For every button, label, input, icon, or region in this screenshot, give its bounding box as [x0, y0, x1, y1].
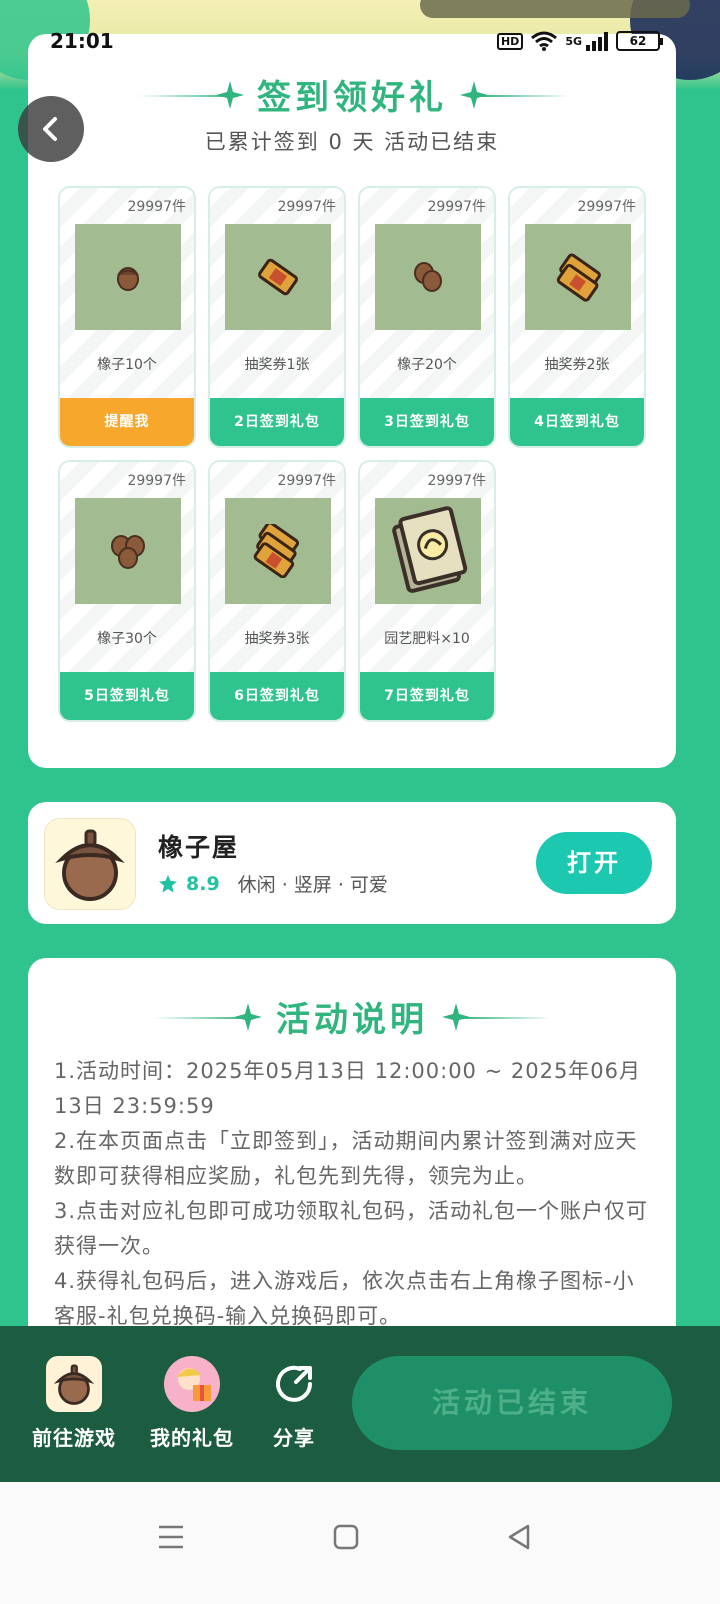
reward-count: 29997件	[577, 199, 636, 215]
share-icon	[266, 1356, 322, 1412]
reward-card-day1[interactable]: 29997件 橡子10个 提醒我	[58, 186, 196, 448]
day4-gift-button[interactable]: 4日签到礼包	[510, 398, 644, 446]
reward-name: 橡子10个	[97, 357, 157, 373]
system-nav-bar	[0, 1482, 720, 1604]
network-type: 5G	[565, 34, 582, 48]
rule-line: 4.获得礼包码后，进入游戏后，依次点击右上角橡子图标-小客服-礼包兑换码-输入兑…	[54, 1269, 635, 1328]
title-divider-right	[462, 1016, 552, 1019]
reward-count: 29997件	[127, 199, 186, 215]
goto-game-label: 前往游戏	[32, 1426, 116, 1450]
wifi-icon	[531, 31, 558, 51]
signin-card: 签到领好礼 已累计签到 0 天 活动已结束 29997件 橡子10个 提醒我 2…	[28, 34, 676, 768]
reward-count: 29997件	[277, 473, 336, 489]
status-icons: HD 5G 62	[496, 31, 663, 51]
rule-line: 1.活动时间：2025年05月13日 12:00:00 ~ 2025年06月13…	[54, 1059, 642, 1118]
reward-count: 29997件	[427, 473, 486, 489]
title-divider-right	[480, 94, 570, 97]
reward-count: 29997件	[127, 473, 186, 489]
battery-level: 62	[629, 34, 647, 48]
ticket-icon	[225, 224, 331, 330]
reward-card-day3[interactable]: 29997件 橡子20个 3日签到礼包	[358, 186, 496, 448]
day6-gift-button[interactable]: 6日签到礼包	[210, 672, 344, 720]
reward-name: 园艺肥料×10	[384, 631, 470, 647]
chevron-left-icon	[43, 117, 57, 141]
goto-game-button[interactable]: 前往游戏	[32, 1356, 116, 1451]
reward-name: 抽奖券2张	[544, 357, 610, 373]
share-button[interactable]: 分享	[266, 1356, 322, 1451]
game-meta: 8.9 休闲 · 竖屏 · 可爱	[158, 870, 388, 897]
game-card: 橡子屋 8.9 休闲 · 竖屏 · 可爱 打开	[28, 802, 676, 924]
acorn-icon	[75, 224, 181, 330]
acorn-icon	[375, 224, 481, 330]
signin-subtitle: 已累计签到 0 天 活动已结束	[204, 130, 500, 154]
game-app-icon[interactable]	[44, 818, 136, 910]
home-icon[interactable]	[333, 1524, 359, 1550]
signin-title: 签到领好礼	[257, 78, 447, 118]
reward-name: 抽奖券3张	[244, 631, 310, 647]
star-icon	[159, 874, 177, 892]
reward-card-day4[interactable]: 29997件 抽奖券2张 4日签到礼包	[508, 186, 646, 448]
remind-me-button[interactable]: 提醒我	[60, 398, 194, 446]
sparkle-icon	[216, 80, 244, 109]
hd-icon: HD	[496, 32, 524, 50]
back-icon[interactable]	[506, 1524, 532, 1550]
reward-count: 29997件	[277, 199, 336, 215]
reward-card-day6[interactable]: 29997件 抽奖券3张 6日签到礼包	[208, 460, 346, 722]
gift-avatar-icon	[164, 1356, 220, 1412]
status-bar: 21:01 HD 5G 62	[0, 26, 720, 56]
my-gifts-button[interactable]: 我的礼包	[150, 1356, 234, 1451]
share-label: 分享	[273, 1426, 315, 1450]
reward-card-day7[interactable]: 29997件 园艺肥料×10 7日签到礼包	[358, 460, 496, 722]
rule-line: 3.点击对应礼包即可成功领取礼包码，活动礼包一个账户仅可获得一次。	[54, 1199, 649, 1258]
acorn-icon	[75, 498, 181, 604]
rules-title-block: 活动说明	[28, 992, 676, 1041]
reward-name: 橡子30个	[97, 631, 157, 647]
activity-ended-button[interactable]: 活动已结束	[352, 1356, 672, 1450]
reward-name: 抽奖券1张	[244, 357, 310, 373]
sparkle-icon	[234, 1002, 262, 1031]
game-tags: 休闲 · 竖屏 · 可爱	[237, 874, 388, 896]
acorn-icon	[55, 829, 125, 901]
reward-name: 橡子20个	[397, 357, 457, 373]
bottom-action-bar: 前往游戏 我的礼包 分享 活动已结束	[0, 1326, 720, 1482]
my-gifts-label: 我的礼包	[150, 1426, 234, 1450]
fertilizer-icon	[375, 498, 481, 604]
rules-title: 活动说明	[276, 1000, 428, 1040]
open-game-button[interactable]: 打开	[536, 832, 652, 894]
ticket-icon	[225, 498, 331, 604]
acorn-icon	[46, 1356, 102, 1412]
activity-time-pill	[420, 0, 690, 18]
ticket-icon	[525, 224, 631, 330]
reward-count: 29997件	[427, 199, 486, 215]
day5-gift-button[interactable]: 5日签到礼包	[60, 672, 194, 720]
game-rating: 8.9	[186, 872, 220, 895]
rule-line: 2.在本页面点击「立即签到」，活动期间内累计签到满对应天数即可获得相应奖励，礼包…	[54, 1129, 638, 1188]
battery-icon: 62	[616, 31, 663, 51]
signal-icon	[586, 31, 608, 51]
status-time: 21:01	[50, 29, 114, 53]
rules-card: 活动说明 1.活动时间：2025年05月13日 12:00:00 ~ 2025年…	[28, 958, 676, 1358]
day2-gift-button[interactable]: 2日签到礼包	[210, 398, 344, 446]
rules-text: 1.活动时间：2025年05月13日 12:00:00 ~ 2025年06月13…	[54, 1054, 654, 1334]
game-name: 橡子屋	[158, 833, 240, 862]
back-button[interactable]	[18, 96, 84, 162]
reward-card-day5[interactable]: 29997件 橡子30个 5日签到礼包	[58, 460, 196, 722]
reward-card-day2[interactable]: 29997件 抽奖券1张 2日签到礼包	[208, 186, 346, 448]
day3-gift-button[interactable]: 3日签到礼包	[360, 398, 494, 446]
signin-title-block: 签到领好礼	[28, 70, 676, 119]
menu-icon[interactable]	[158, 1524, 184, 1550]
day7-gift-button[interactable]: 7日签到礼包	[360, 672, 494, 720]
